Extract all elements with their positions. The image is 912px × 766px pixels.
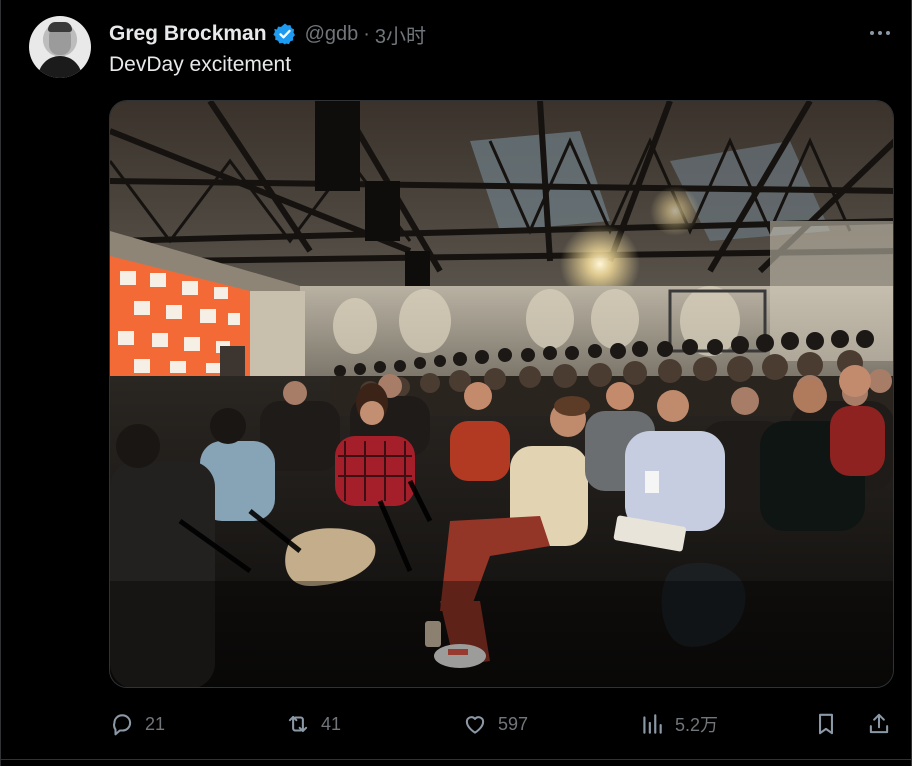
more-horizontal-icon (886, 31, 890, 35)
avatar-hair (48, 22, 72, 32)
tweet-actions: 21 41 597 5.2万 (109, 706, 894, 742)
more-options-button[interactable] (863, 18, 897, 48)
tweet-divider (1, 759, 911, 760)
views-button[interactable]: 5.2万 (639, 706, 718, 742)
reply-button[interactable]: 21 (109, 706, 165, 742)
tweet-card: Greg Brockman @gdb · 3小时 DevDay exciteme… (0, 0, 912, 766)
author-name[interactable]: Greg Brockman (109, 22, 267, 46)
like-button[interactable]: 597 (462, 706, 528, 742)
views-bar-chart-icon (643, 714, 662, 734)
share-icon (869, 713, 889, 734)
avatar-shirt (38, 56, 82, 78)
tweet-photo[interactable] (109, 100, 894, 688)
repost-count: 41 (321, 713, 342, 734)
repost-icon (288, 715, 308, 733)
heart-icon (465, 716, 485, 734)
views-count: 5.2万 (675, 715, 719, 735)
bookmark-icon (819, 713, 833, 735)
bookmark-button[interactable] (813, 706, 839, 742)
avatar[interactable] (29, 16, 91, 78)
header-separator: · (363, 22, 370, 45)
author-handle[interactable]: @gdb (305, 23, 359, 46)
reply-count: 21 (145, 713, 166, 734)
tweet-timestamp[interactable]: 3小时 (375, 20, 426, 49)
tweet-text: DevDay excitement (109, 53, 292, 76)
more-horizontal-icon (870, 31, 874, 35)
reply-icon (113, 714, 132, 736)
tweet-header: Greg Brockman @gdb · 3小时 (109, 20, 426, 48)
share-button[interactable] (866, 706, 892, 742)
repost-button[interactable]: 41 (285, 706, 341, 742)
conference-photo-illustration (110, 101, 893, 687)
like-count: 597 (498, 713, 529, 734)
more-horizontal-icon (878, 31, 882, 35)
verified-badge-icon[interactable] (272, 22, 297, 46)
